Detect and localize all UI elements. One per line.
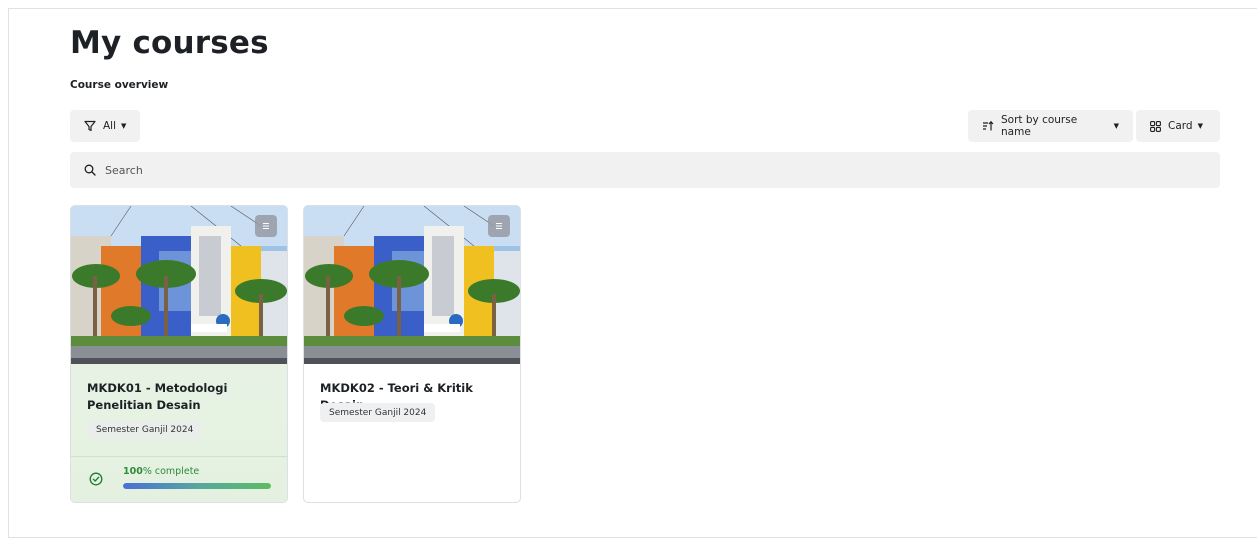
check-circle-icon (89, 472, 103, 486)
caret-down-icon: ▼ (1113, 122, 1119, 130)
caret-down-icon: ▼ (1197, 122, 1203, 130)
sort-icon (983, 120, 994, 131)
grid-icon (1150, 120, 1161, 132)
search-input[interactable] (105, 163, 1205, 177)
page-title: My courses (70, 25, 269, 61)
search-icon (84, 164, 96, 176)
sort-dropdown-button[interactable]: Sort by course name ▼ (968, 110, 1133, 142)
progress-label: 100% complete (123, 466, 199, 477)
menu-icon (496, 222, 502, 230)
course-menu-button[interactable] (488, 215, 510, 237)
course-progress: 100% complete (71, 456, 287, 502)
progress-value: 100 (123, 466, 143, 477)
filter-label: All (103, 120, 117, 132)
course-category-badge: Semester Ganjil 2024 (87, 420, 203, 439)
course-category-badge: Semester Ganjil 2024 (320, 403, 436, 422)
course-title-link[interactable]: MKDK01 - Metodologi Penelitian Desain (87, 380, 277, 414)
course-overview-heading: Course overview (70, 79, 169, 91)
funnel-icon (84, 120, 96, 132)
caret-down-icon: ▼ (121, 122, 127, 130)
course-card[interactable]: MKDK02 - Teori & Kritik Desain Semester … (303, 205, 521, 503)
view-label: Card (1168, 120, 1193, 132)
progress-bar (123, 483, 271, 489)
course-image[interactable] (304, 206, 520, 364)
progress-bar-fill (123, 483, 271, 489)
search-bar (70, 152, 1220, 188)
course-image[interactable] (71, 206, 287, 364)
menu-icon (263, 222, 269, 230)
view-dropdown-button[interactable]: Card ▼ (1136, 110, 1220, 142)
course-menu-button[interactable] (255, 215, 277, 237)
filter-dropdown-button[interactable]: All ▼ (70, 110, 140, 142)
progress-suffix: % complete (142, 466, 200, 477)
course-card[interactable]: MKDK01 - Metodologi Penelitian Desain Se… (70, 205, 288, 503)
sort-label: Sort by course name (1001, 114, 1078, 138)
